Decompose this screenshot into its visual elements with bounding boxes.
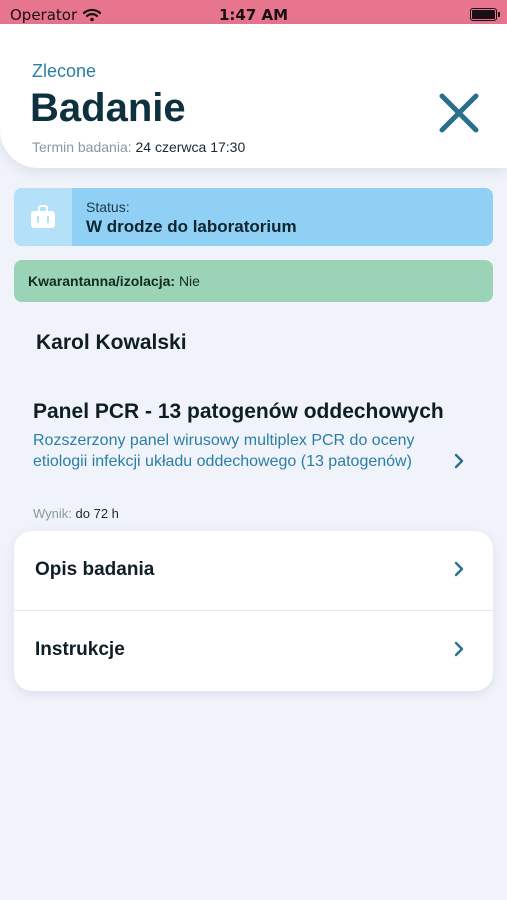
details-menu: Opis badania Instrukcje (14, 531, 493, 691)
chevron-right-icon[interactable] (452, 452, 466, 470)
page-title: Badanie (30, 86, 186, 130)
close-icon (439, 93, 479, 133)
quarantine-banner: Kwarantanna/izolacja: Nie (14, 260, 493, 302)
menu-item-description[interactable]: Opis badania (14, 531, 493, 611)
status-label: Status: (86, 199, 130, 215)
suitcase-icon (31, 205, 55, 228)
close-button[interactable] (434, 88, 484, 138)
test-date: Termin badania: 24 czerwca 17:30 (32, 139, 245, 155)
test-date-label: Termin badania: (32, 139, 132, 155)
quarantine-label: Kwarantanna/izolacja: (28, 273, 176, 289)
menu-item-label: Instrukcje (35, 639, 125, 660)
patient-name: Karol Kowalski (36, 331, 187, 354)
test-date-value: 24 czerwca 17:30 (135, 139, 246, 155)
status-card: Status: W drodze do laboratorium (14, 188, 493, 246)
menu-item-label: Opis badania (35, 559, 155, 580)
status-value: W drodze do laboratorium (86, 217, 297, 236)
battery-icon (470, 8, 500, 21)
order-state-label: Zlecone (32, 61, 97, 81)
menu-item-instructions[interactable]: Instrukcje (14, 611, 493, 691)
header-card: Zlecone Badanie Termin badania: 24 czerw… (0, 24, 507, 168)
chevron-right-icon (454, 641, 464, 657)
clock: 1:47 AM (218, 6, 289, 24)
test-description-link[interactable]: Rozszerzony panel wirusowy multiplex PCR… (33, 430, 433, 472)
test-title: Panel PCR - 13 patogenów oddechowych (33, 400, 444, 423)
status-icon-box (14, 188, 72, 246)
chevron-right-icon (454, 561, 464, 577)
result-time-value: do 72 h (75, 506, 119, 521)
quarantine-value: Nie (178, 273, 200, 289)
result-time: Wynik: do 72 h (33, 506, 119, 521)
result-time-label: Wynik: (33, 506, 72, 521)
